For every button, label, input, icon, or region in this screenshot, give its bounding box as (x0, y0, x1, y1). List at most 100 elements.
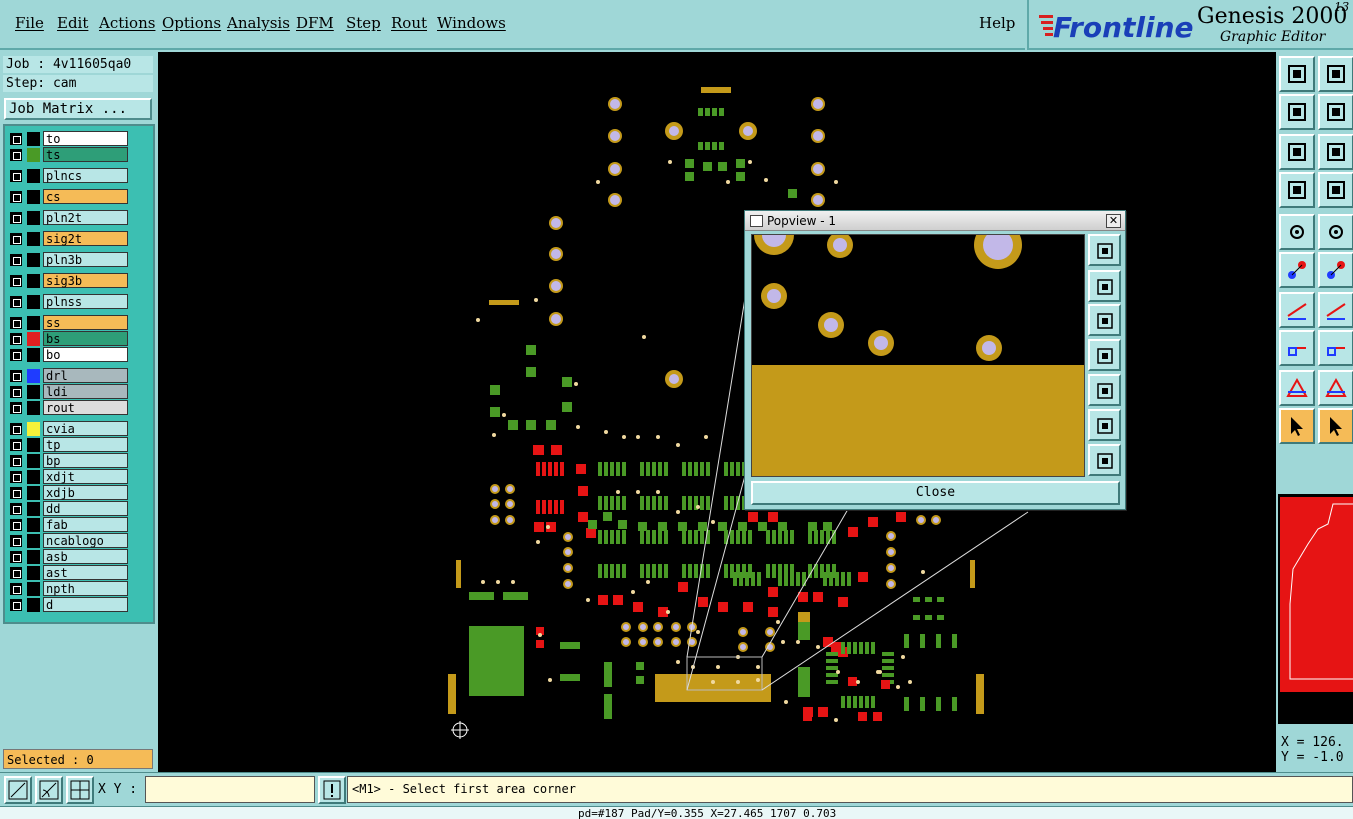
layer-checkbox[interactable] (10, 212, 22, 224)
layer-row-xdjb[interactable]: xdjb (8, 485, 128, 500)
layer-row-fab[interactable]: fab (8, 517, 128, 532)
menu-analysis[interactable]: Analysis (227, 14, 290, 32)
layer-name[interactable]: d (43, 597, 128, 612)
measure-line-button[interactable] (1279, 292, 1315, 328)
layer-checkbox[interactable] (10, 296, 22, 308)
menu-edit[interactable]: Edit (57, 14, 88, 32)
layer-name[interactable]: ncablogo (43, 533, 128, 548)
layer-name[interactable]: cs (43, 189, 128, 204)
layer-row-asb[interactable]: asb (8, 549, 128, 564)
layer-row-bs[interactable]: bs (8, 331, 128, 346)
pan-left-button[interactable] (1279, 94, 1315, 130)
layer-checkbox[interactable] (10, 370, 22, 382)
close-icon[interactable]: ✕ (1106, 214, 1121, 228)
measure-angle-button[interactable] (1318, 292, 1353, 328)
layer-row-plnss[interactable]: plnss (8, 294, 128, 309)
layer-name[interactable]: npth (43, 581, 128, 596)
popview-fit-button[interactable] (1088, 409, 1121, 441)
menu-windows[interactable]: Windows (437, 14, 506, 32)
layer-checkbox[interactable] (10, 567, 22, 579)
layer-checkbox[interactable] (10, 254, 22, 266)
layer-checkbox[interactable] (10, 349, 22, 361)
layer-name[interactable]: ss (43, 315, 128, 330)
layer-checkbox[interactable] (10, 191, 22, 203)
menu-options[interactable]: Options (162, 14, 221, 32)
fit-screen-button[interactable] (1279, 134, 1315, 170)
popview-zoom-in-button[interactable] (1088, 234, 1121, 266)
menu-step[interactable]: Step (346, 14, 381, 32)
layer-name[interactable]: ts (43, 147, 128, 162)
layer-name[interactable]: cvia (43, 421, 128, 436)
zoom-area-button[interactable] (4, 776, 32, 804)
layer-row-ncablogo[interactable]: ncablogo (8, 533, 128, 548)
connect-button[interactable] (1279, 252, 1315, 288)
layer-row-bo[interactable]: bo (8, 347, 128, 362)
layer-name[interactable]: drl (43, 368, 128, 383)
layer-checkbox[interactable] (10, 233, 22, 245)
layer-checkbox[interactable] (10, 487, 22, 499)
menu-file[interactable]: File (15, 14, 44, 32)
popview-titlebar[interactable]: Popview - 1 ✕ (745, 211, 1125, 231)
layer-name[interactable]: rout (43, 400, 128, 415)
layer-row-pln3b[interactable]: pln3b (8, 252, 128, 267)
layer-row-bp[interactable]: bp (8, 453, 128, 468)
popview-pan-left-button[interactable] (1088, 374, 1121, 406)
layer-checkbox[interactable] (10, 170, 22, 182)
triangle-select-button[interactable] (1318, 370, 1353, 406)
minimap[interactable] (1278, 494, 1353, 724)
layer-row-pln2t[interactable]: pln2t (8, 210, 128, 225)
layer-row-ast[interactable]: ast (8, 565, 128, 580)
popview-pan-down-button[interactable] (1088, 339, 1121, 371)
menu-actions[interactable]: Actions (99, 14, 155, 32)
layer-name[interactable]: sig2t (43, 231, 128, 246)
layer-row-d[interactable]: d (8, 597, 128, 612)
layer-row-sig2t[interactable]: sig2t (8, 231, 128, 246)
pad-select-button[interactable] (1279, 330, 1315, 366)
layer-name[interactable]: sig3b (43, 273, 128, 288)
fit-profile-button[interactable] (1318, 134, 1353, 170)
zoom-out-button[interactable] (1318, 56, 1353, 92)
draw-line-button[interactable] (1318, 214, 1353, 250)
layer-name[interactable]: xdjt (43, 469, 128, 484)
menu-help[interactable]: Help (979, 14, 1015, 32)
layer-checkbox[interactable] (10, 471, 22, 483)
layer-name[interactable]: bo (43, 347, 128, 362)
layer-checkbox[interactable] (10, 317, 22, 329)
layer-name[interactable]: pln3b (43, 252, 128, 267)
layer-checkbox[interactable] (10, 519, 22, 531)
popview-pan-up-button[interactable] (1088, 304, 1121, 336)
layer-row-ldi[interactable]: ldi (8, 384, 128, 399)
grid-toggle-button[interactable] (1318, 172, 1353, 208)
layer-name[interactable]: plnss (43, 294, 128, 309)
layer-name[interactable]: plncs (43, 168, 128, 183)
alert-button[interactable] (318, 776, 346, 804)
menu-rout[interactable]: Rout (391, 14, 427, 32)
layer-name[interactable]: xdjb (43, 485, 128, 500)
select-point-button[interactable] (1279, 214, 1315, 250)
grid-button[interactable] (66, 776, 94, 804)
layer-name[interactable]: tp (43, 437, 128, 452)
delete-point-button[interactable] (1318, 252, 1353, 288)
layer-name[interactable]: pln2t (43, 210, 128, 225)
layer-checkbox[interactable] (10, 386, 22, 398)
layer-checkbox[interactable] (10, 599, 22, 611)
layer-checkbox[interactable] (10, 535, 22, 547)
layer-row-npth[interactable]: npth (8, 581, 128, 596)
layer-checkbox[interactable] (10, 503, 22, 515)
layer-name[interactable]: bs (43, 331, 128, 346)
layer-checkbox[interactable] (10, 583, 22, 595)
layer-checkbox[interactable] (10, 551, 22, 563)
layer-row-xdjt[interactable]: xdjt (8, 469, 128, 484)
layer-checkbox[interactable] (10, 133, 22, 145)
layer-row-drl[interactable]: drl (8, 368, 128, 383)
layer-row-rout[interactable]: rout (8, 400, 128, 415)
layer-checkbox[interactable] (10, 439, 22, 451)
layer-checkbox[interactable] (10, 402, 22, 414)
layer-row-to[interactable]: to (8, 131, 128, 146)
menu-dfm[interactable]: DFM (296, 14, 334, 32)
snap-button[interactable] (1279, 172, 1315, 208)
layer-checkbox[interactable] (10, 333, 22, 345)
pointer-box-button[interactable] (1318, 408, 1353, 444)
layer-name[interactable]: bp (43, 453, 128, 468)
layer-name[interactable]: asb (43, 549, 128, 564)
